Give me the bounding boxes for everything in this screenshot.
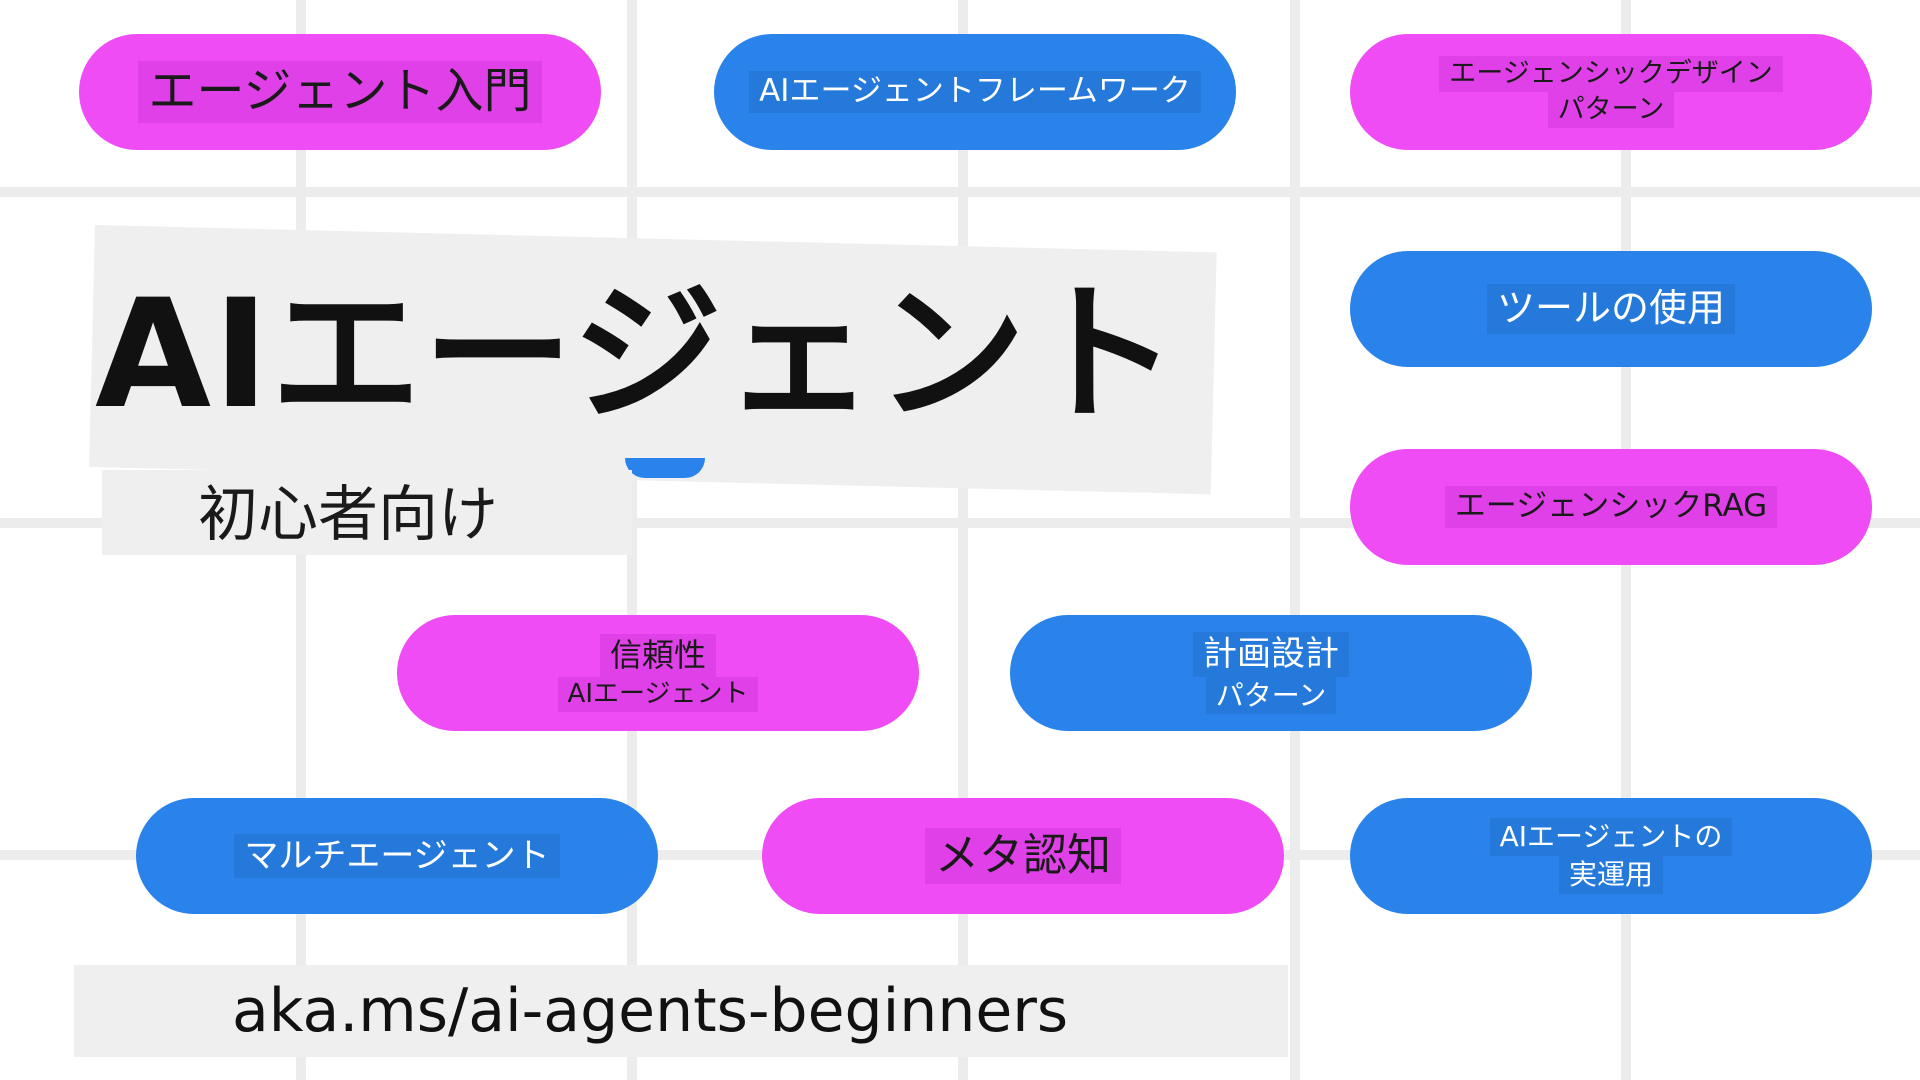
lesson-pill-production[interactable]: AIエージェントの 実運用 <box>1350 798 1872 914</box>
lesson-pill-frameworks[interactable]: AIエージェントフレームワーク <box>714 34 1236 150</box>
lesson-label: エージェンシックRAG <box>1444 486 1778 528</box>
page-title: AIエージェント <box>95 268 1180 442</box>
lesson-pill-multi-agent[interactable]: マルチエージェント <box>136 798 658 914</box>
grid-line <box>0 187 1920 197</box>
lesson-pill-agentic-rag[interactable]: エージェンシックRAG <box>1350 449 1872 565</box>
lesson-label: エージェント入門 <box>138 61 542 123</box>
lesson-label: パターン <box>1547 92 1675 129</box>
lesson-pill-planning[interactable]: 計画設計 パターン <box>1010 615 1532 731</box>
grid-line <box>958 0 968 1080</box>
lesson-label: メタ認知 <box>925 827 1121 885</box>
lesson-pill-tool-use[interactable]: ツールの使用 <box>1350 251 1872 367</box>
course-url[interactable]: aka.ms/ai-agents-beginners <box>232 978 1068 1044</box>
lesson-pill-design-patterns[interactable]: エージェンシックデザイン パターン <box>1350 34 1872 150</box>
lesson-pill-trustworthy[interactable]: 信頼性 AIエージェント <box>397 615 919 731</box>
lesson-label: ツールの使用 <box>1486 284 1735 334</box>
lesson-label: エージェンシックデザイン <box>1439 55 1783 92</box>
lesson-pill-metacognition[interactable]: メタ認知 <box>762 798 1284 914</box>
lesson-label: パターン <box>1205 676 1337 715</box>
grid-line <box>1290 0 1300 1080</box>
lesson-pill-agent-intro[interactable]: エージェント入門 <box>79 34 601 150</box>
pill-fragment <box>625 458 705 478</box>
page-subtitle: 初心者向け <box>198 480 498 550</box>
lesson-label: AIエージェントフレームワーク <box>749 71 1201 113</box>
lesson-label: AIエージェントの <box>1489 818 1733 856</box>
lesson-label: マルチエージェント <box>234 833 560 879</box>
lesson-label: 信頼性 <box>599 634 716 677</box>
lesson-label: 計画設計 <box>1193 631 1349 677</box>
lesson-label: AIエージェント <box>557 676 759 712</box>
lesson-label: 実運用 <box>1558 856 1663 894</box>
